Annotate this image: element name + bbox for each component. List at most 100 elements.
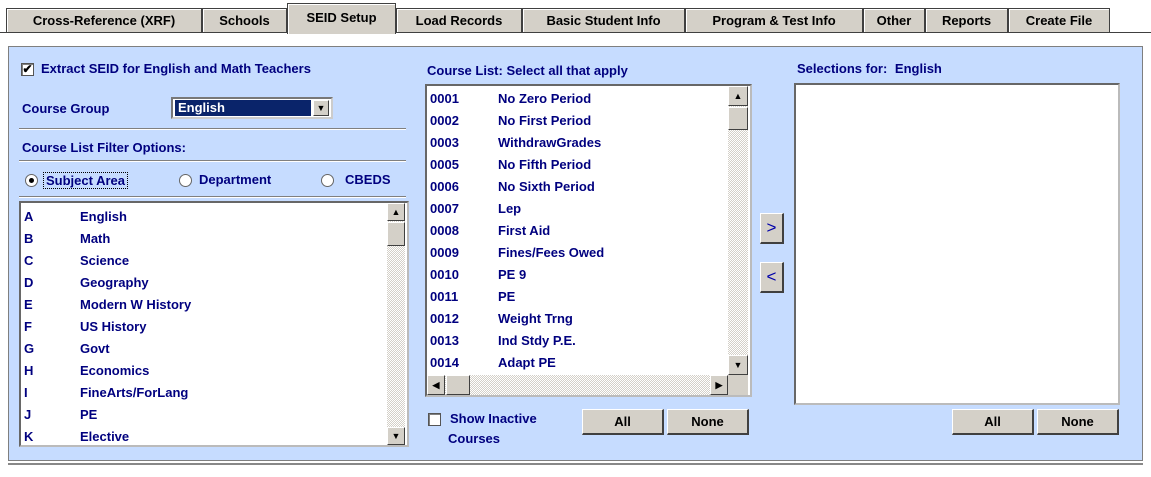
radio-subject-area[interactable] <box>25 174 38 187</box>
subject-name: Elective <box>80 428 130 444</box>
subject-list-item[interactable]: H Economics <box>21 359 385 381</box>
course-code: 0013 <box>430 332 459 348</box>
subject-list-item[interactable]: A English <box>21 205 385 227</box>
course-code: 0012 <box>430 310 459 326</box>
subject-name: Modern W History <box>80 296 192 312</box>
course-code: 0009 <box>430 244 459 260</box>
subject-code: F <box>24 318 32 334</box>
subject-code: H <box>24 362 34 378</box>
radio-department-label[interactable]: Department <box>199 172 271 187</box>
course-vertical-scrollbar[interactable]: ▲ ▼ <box>728 86 748 375</box>
scroll-up-icon[interactable]: ▲ <box>387 203 405 221</box>
subject-name: PE <box>80 406 98 422</box>
show-inactive-checkbox[interactable] <box>428 413 441 426</box>
tab-load-records[interactable]: Load Records <box>396 8 522 32</box>
selections-title-text: Selections for: <box>797 61 888 76</box>
subject-list-item[interactable]: E Modern W History <box>21 293 385 315</box>
scroll-thumb-horizontal[interactable] <box>446 375 470 395</box>
checkmark-icon: ✔ <box>22 62 33 76</box>
course-code: 0001 <box>430 90 459 106</box>
subject-list-item[interactable]: B Math <box>21 227 385 249</box>
course-name: WithdrawGrades <box>498 134 602 150</box>
subject-name: Science <box>80 252 130 268</box>
show-inactive-label-2: Courses <box>448 431 501 446</box>
tab-other[interactable]: Other <box>863 8 925 32</box>
radio-department[interactable] <box>179 174 192 187</box>
subject-area-listbox[interactable]: A English B Math C Science D Geography E Modern W… <box>19 201 409 447</box>
scroll-right-icon[interactable]: ▶ <box>710 375 728 395</box>
subject-list-item[interactable]: F US History <box>21 315 385 337</box>
course-list-item[interactable]: 0001 No Zero Period <box>427 87 727 109</box>
course-list-item[interactable]: 0010 PE 9 <box>427 263 727 285</box>
course-list-item[interactable]: 0011 PE <box>427 285 727 307</box>
subject-list-item[interactable]: D Geography <box>21 271 385 293</box>
radio-cbeds-label[interactable]: CBEDS <box>345 172 391 187</box>
scroll-down-icon[interactable]: ▼ <box>387 427 405 445</box>
course-name: No Sixth Period <box>498 178 595 194</box>
course-list-item[interactable]: 0007 Lep <box>427 197 727 219</box>
course-name: No Fifth Period <box>498 156 592 172</box>
scroll-thumb[interactable] <box>387 222 405 246</box>
subject-name: English <box>80 208 127 224</box>
course-list-item[interactable]: 0006 No Sixth Period <box>427 175 727 197</box>
radio-cbeds[interactable] <box>321 174 334 187</box>
tab-basic-student-info[interactable]: Basic Student Info <box>522 8 685 32</box>
course-list-item[interactable]: 0002 No First Period <box>427 109 727 131</box>
subject-list-item[interactable]: G Govt <box>21 337 385 359</box>
subject-list-item[interactable]: C Science <box>21 249 385 271</box>
add-selection-button[interactable]: > <box>760 213 784 244</box>
subject-code: C <box>24 252 34 268</box>
course-list-item[interactable]: 0008 First Aid <box>427 219 727 241</box>
tab-cross-reference[interactable]: Cross-Reference (XRF) <box>6 8 202 32</box>
course-code: 0003 <box>430 134 459 150</box>
tab-program-test-info[interactable]: Program & Test Info <box>685 8 863 32</box>
subject-code: I <box>24 384 28 400</box>
course-name: Weight Trng <box>498 310 573 326</box>
subject-list-item[interactable]: K Elective <box>21 425 385 445</box>
tab-schools[interactable]: Schools <box>202 8 287 32</box>
course-name: Ind Stdy P.E. <box>498 332 576 348</box>
extract-seid-checkbox[interactable]: ✔ <box>21 63 34 76</box>
scroll-left-icon[interactable]: ◀ <box>427 375 445 395</box>
filter-options-title: Course List Filter Options: <box>22 140 186 155</box>
course-list-item[interactable]: 0013 Ind Stdy P.E. <box>427 329 727 351</box>
course-name: PE 9 <box>498 266 527 282</box>
course-group-value: English <box>175 100 311 116</box>
selections-listbox[interactable] <box>794 83 1120 405</box>
course-listbox[interactable]: 0001 No Zero Period 0002 No First Period 000… <box>425 84 752 397</box>
course-list-item[interactable]: 0014 Adapt PE <box>427 351 727 373</box>
scroll-down-icon[interactable]: ▼ <box>728 355 748 375</box>
tab-seid-setup[interactable]: SEID Setup <box>287 3 396 34</box>
tab-create-file[interactable]: Create File <box>1008 8 1110 32</box>
course-list-item[interactable]: 0009 Fines/Fees Owed <box>427 241 727 263</box>
course-list-item[interactable]: 0005 No Fifth Period <box>427 153 727 175</box>
chevron-down-icon[interactable]: ▼ <box>313 100 329 116</box>
course-code: 0014 <box>430 354 459 370</box>
subject-name: US History <box>80 318 147 334</box>
subject-code: E <box>24 296 33 312</box>
radio-subject-area-label[interactable]: Subject Area <box>43 172 128 189</box>
selections-all-button[interactable]: All <box>952 409 1034 435</box>
course-list-item[interactable]: 0003 WithdrawGrades <box>427 131 727 153</box>
selections-none-button[interactable]: None <box>1037 409 1119 435</box>
remove-selection-button[interactable]: < <box>760 262 784 293</box>
panel-divider <box>8 463 1143 465</box>
tab-reports[interactable]: Reports <box>925 8 1008 32</box>
course-list-item[interactable]: 0012 Weight Trng <box>427 307 727 329</box>
subject-list-item[interactable]: I FineArts/ForLang <box>21 381 385 403</box>
scroll-up-icon[interactable]: ▲ <box>728 86 748 106</box>
subject-code: K <box>24 428 34 444</box>
selections-title: Selections for: English <box>797 61 942 76</box>
selections-group-name: English <box>894 61 942 76</box>
course-code: 0010 <box>430 266 459 282</box>
course-group-combobox[interactable]: English ▼ <box>171 97 333 119</box>
course-none-button[interactable]: None <box>667 409 749 435</box>
subject-scrollbar[interactable]: ▲ ▼ <box>387 203 405 445</box>
course-all-button[interactable]: All <box>582 409 664 435</box>
scroll-thumb[interactable] <box>728 107 748 130</box>
subject-code: J <box>24 406 32 422</box>
course-horizontal-scrollbar[interactable]: ◀ ▶ <box>427 375 728 395</box>
course-list-title: Course List: Select all that apply <box>427 63 628 78</box>
tab-strip-baseline <box>0 32 1151 35</box>
subject-list-item[interactable]: J PE <box>21 403 385 425</box>
